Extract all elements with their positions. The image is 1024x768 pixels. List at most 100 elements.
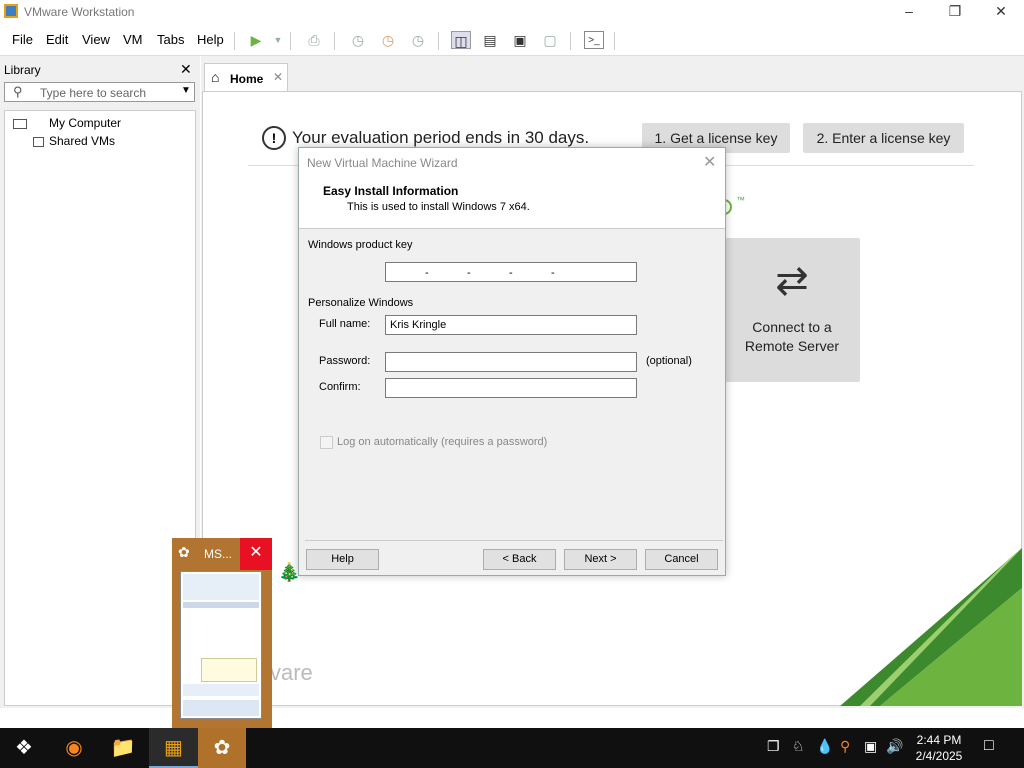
thumbnail-bar-icon[interactable]: ▤ [480,31,500,49]
taskbar: ❖ ◉ 📁 ▦ ✿ ❐ ♘ 💧 ⚲ ▣ 🔊 2:44 PM 2/4/2025 □ [0,728,1024,768]
menu-view[interactable]: View [82,32,110,47]
clock-date: 2/4/2025 [915,749,963,763]
enter-license-key-button[interactable]: 2. Enter a license key [803,123,964,153]
toolbar-separator [614,32,615,50]
shared-vms-icon [33,137,44,147]
toolbar-separator [334,32,335,50]
window-title: VMware Workstation [24,5,135,19]
autologon-checkbox[interactable] [320,436,333,449]
snapshot-manager-icon[interactable]: ◷ [408,31,428,49]
new-vm-wizard-dialog: New Virtual Machine Wizard ✕ Easy Instal… [298,147,726,576]
vmware-wordmark: vare [270,660,313,685]
warning-icon: ! [262,126,286,150]
close-button[interactable]: ✕ [978,0,1024,24]
thumbnail-search [183,684,259,696]
toolbar-separator [234,32,235,50]
chevron-down-icon[interactable]: ▼ [181,85,191,96]
maximize-button[interactable]: ❐ [932,0,978,24]
thumbnail-notification [201,658,257,682]
home-icon: ⌂ [211,69,220,85]
snapshot-icon[interactable]: ◷ [348,31,368,49]
toolbar-separator [438,32,439,50]
start-windows-icon[interactable]: ❖ [0,728,48,768]
vmware-taskbar-icon[interactable]: ▦ [149,728,198,768]
trademark-mark: ™ [736,195,745,205]
password-optional-hint: (optional) [646,355,692,367]
password-label: Password: [319,355,371,367]
show-library-icon[interactable]: ◫ [451,31,471,49]
product-key-label: Windows product key [308,239,413,251]
full-screen-icon[interactable]: ▣ [510,31,530,49]
network-icon[interactable]: ▣ [864,738,877,755]
fullname-label: Full name: [319,318,371,330]
tab-home[interactable]: ⌂ Home ✕ [204,63,288,92]
vmware-app-icon [4,4,18,18]
evaluation-notice: Your evaluation period ends in 30 days. [292,128,590,147]
firefox-icon[interactable]: ◉ [50,728,98,768]
tab-bar [201,62,1024,92]
messenger-thumbnail[interactable] [180,571,262,719]
close-tab-icon[interactable]: ✕ [273,70,283,84]
close-library-icon[interactable]: ✕ [180,61,192,78]
password-input[interactable] [385,352,637,372]
help-button[interactable]: Help [306,549,379,570]
tree-item-shared-vms[interactable]: Shared VMs [49,134,115,148]
menu-edit[interactable]: Edit [46,32,68,47]
console-view-icon[interactable]: >_ [584,31,604,49]
people-icon[interactable]: ♘ [792,738,805,755]
clock-time: 2:44 PM [916,733,962,747]
dialog-title: New Virtual Machine Wizard [307,156,458,170]
library-search-input[interactable]: ⚲ Type here to search ▼ [4,82,195,102]
droplet-icon[interactable]: 💧 [816,738,833,755]
title-bar: VMware Workstation – ❐ ✕ [0,0,1024,24]
toolbar-separator [570,32,571,50]
library-panel: Library ✕ ⚲ Type here to search ▼ My Com… [0,56,200,708]
key-separator: - [467,267,471,279]
menu-vm[interactable]: VM [123,32,143,47]
magnifier-icon[interactable]: ⚲ [840,738,850,755]
menu-tabs[interactable]: Tabs [157,32,184,47]
thumbnail-header [183,574,259,600]
tree-item-my-computer[interactable]: My Computer [49,116,121,130]
dialog-header: Easy Install Information This is used to… [299,176,725,229]
thumbnail-bar [183,602,259,608]
autologon-label: Log on automatically (requires a passwor… [337,436,548,448]
dialog-subheading: This is used to install Windows 7 x64. [347,201,530,213]
product-key-input[interactable]: - - - - [385,262,637,282]
menu-file[interactable]: File [12,32,33,47]
revert-snapshot-icon[interactable]: ◷ [378,31,398,49]
next-button[interactable]: Next > [564,549,637,570]
fullname-input[interactable]: Kris Kringle [385,315,637,335]
task-view-icon[interactable]: ❐ [767,738,780,755]
connect-remote-server-button[interactable]: ⇄ Connect to a Remote Server [724,238,860,382]
unity-icon[interactable]: ▢ [540,31,560,49]
power-on-icon[interactable]: ▶ [246,31,266,49]
dialog-close-icon[interactable]: ✕ [703,152,716,172]
messenger-taskbar-icon[interactable]: ✿ [198,728,246,768]
cancel-button[interactable]: Cancel [645,549,718,570]
notification-icon[interactable]: □ [984,737,994,755]
tree-icon: 🎄 [278,562,301,582]
toolbar-separator [290,32,291,50]
key-separator: - [509,267,513,279]
minimize-button[interactable]: – [886,0,932,24]
menu-help[interactable]: Help [197,32,224,47]
search-placeholder: Type here to search [40,86,147,100]
swap-arrows-icon: ⇄ [775,259,809,303]
dialog-heading: Easy Install Information [323,184,459,198]
messenger-close-button[interactable]: ✕ [240,538,272,570]
confirm-password-input[interactable] [385,378,637,398]
back-button[interactable]: < Back [483,549,556,570]
computer-icon [13,119,27,129]
dialog-divider [305,540,723,541]
dialog-title-bar: New Virtual Machine Wizard ✕ [299,148,725,176]
vmware-green-decoration [840,548,1022,706]
library-title: Library [4,63,41,77]
file-explorer-icon[interactable]: 📁 [99,728,147,768]
clock[interactable]: 2:44 PM 2/4/2025 [900,732,978,764]
power-dropdown-icon[interactable]: ▼ [268,31,288,49]
personalize-label: Personalize Windows [308,297,414,309]
messenger-icon: ✿ [178,544,190,560]
tab-home-label: Home [230,72,264,86]
send-ctrl-alt-del-icon[interactable]: ⎙ [304,31,324,49]
